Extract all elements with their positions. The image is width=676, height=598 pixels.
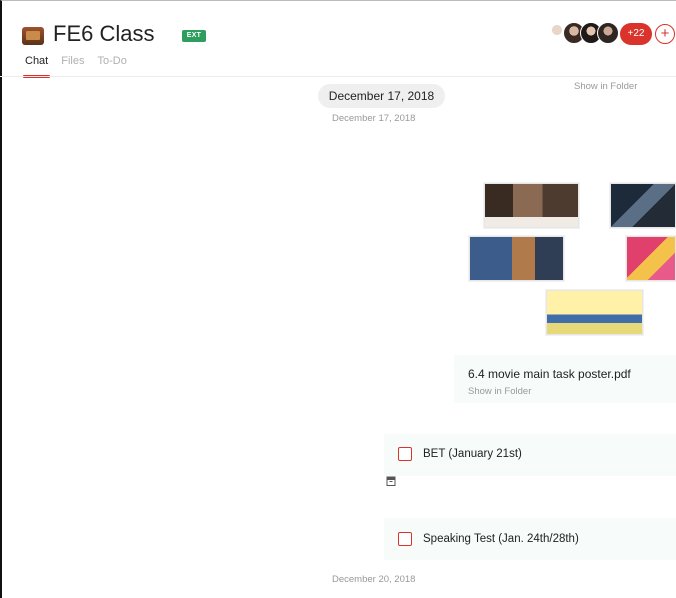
- message-date: December 20, 2018: [332, 574, 416, 585]
- group-avatar-icon: [22, 27, 44, 45]
- avatar[interactable]: [597, 22, 619, 44]
- todo-checkbox[interactable]: [398, 447, 412, 461]
- more-members-badge[interactable]: +22: [620, 23, 652, 45]
- header-divider: [0, 76, 676, 77]
- file-name[interactable]: 6.4 movie main task poster.pdf: [468, 367, 631, 381]
- image-thumbnail[interactable]: [469, 236, 564, 281]
- date-separator: December 17, 2018: [318, 84, 445, 108]
- show-in-folder-link[interactable]: Show in Folder: [468, 386, 531, 397]
- tab-files[interactable]: Files: [61, 55, 84, 73]
- image-thumbnail[interactable]: [546, 290, 643, 335]
- todo-item: Speaking Test (Jan. 24th/28th): [398, 532, 579, 546]
- tab-todo[interactable]: To-Do: [97, 55, 126, 73]
- group-title: FE6 Class: [53, 21, 155, 46]
- todo-label: BET (January 21st): [423, 448, 522, 460]
- todo-label: Speaking Test (Jan. 24th/28th): [423, 533, 579, 545]
- todo-item: BET (January 21st): [398, 447, 522, 461]
- show-in-folder-link[interactable]: Show in Folder: [574, 81, 637, 92]
- image-thumbnail[interactable]: [610, 183, 676, 228]
- external-badge: EXT: [182, 30, 206, 42]
- tab-bar: Chat Files To-Do: [22, 55, 140, 78]
- image-thumbnail[interactable]: [626, 236, 676, 281]
- tab-chat[interactable]: Chat: [22, 55, 51, 78]
- archive-icon[interactable]: [386, 476, 396, 486]
- todo-checkbox[interactable]: [398, 532, 412, 546]
- add-member-button[interactable]: +: [655, 24, 675, 44]
- chat-header: FE6 Class EXT Chat Files To-Do +22 +: [0, 0, 676, 78]
- image-thumbnail[interactable]: [484, 183, 579, 228]
- message-date: December 17, 2018: [332, 113, 416, 124]
